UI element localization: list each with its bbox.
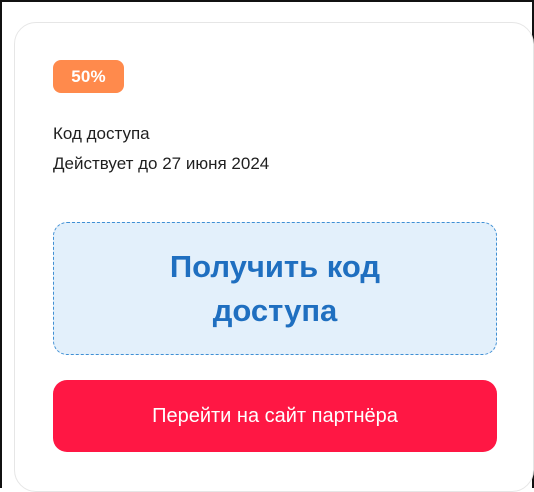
- get-access-code-label: Получить код доступа: [169, 248, 381, 328]
- offer-validity: Действует до 27 июня 2024: [53, 154, 270, 173]
- offer-title: Код доступа: [53, 124, 150, 143]
- get-access-code-button[interactable]: Получить код доступа: [53, 222, 497, 355]
- go-to-partner-site-button[interactable]: Перейти на сайт партнёра: [53, 380, 497, 452]
- discount-badge: 50%: [53, 60, 124, 93]
